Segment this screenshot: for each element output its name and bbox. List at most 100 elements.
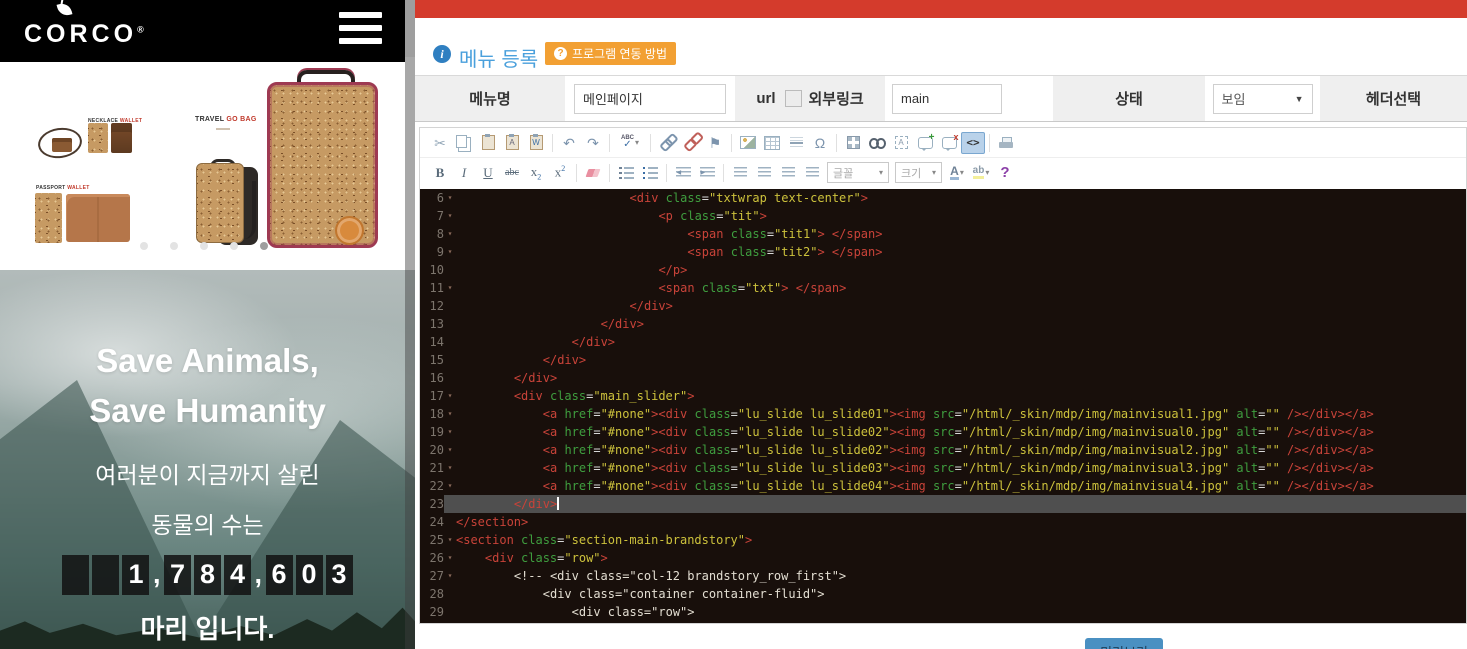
external-link-checkbox[interactable] — [785, 90, 802, 107]
align-center-icon[interactable] — [752, 162, 776, 184]
superscript-icon[interactable]: x2 — [548, 162, 572, 184]
preview-scrollbar[interactable] — [405, 0, 415, 649]
indent-icon[interactable] — [695, 162, 719, 184]
carousel-dot-2[interactable] — [170, 242, 178, 250]
maximize-icon[interactable] — [841, 132, 865, 154]
cut-icon[interactable]: ✂ — [428, 132, 452, 154]
admin-pane: i 메뉴 등록 ? 프로그램 연동 방법 메뉴명 url 외부링크 상태 보임▼… — [415, 0, 1467, 649]
bold-icon[interactable]: B — [428, 162, 452, 184]
menu-name-cell — [565, 76, 735, 121]
html-source-editor: ✂ ↶ ↷ ABC✓▾ ⚑ Ω A — [419, 127, 1467, 624]
hamburger-menu-icon[interactable] — [339, 12, 382, 46]
source-icon[interactable]: <> — [961, 132, 985, 154]
question-icon: ? — [554, 47, 567, 60]
subscript-icon[interactable]: x2 — [524, 162, 548, 184]
counter-digit: 6 — [266, 555, 293, 595]
leaf-logo-icon — [57, 2, 73, 18]
status-select[interactable]: 보임▼ — [1213, 84, 1313, 114]
select-all-icon[interactable]: A — [889, 132, 913, 154]
preview-button[interactable]: 미리보기 — [1085, 638, 1163, 649]
counter-digit: 4 — [224, 555, 251, 595]
italic-icon[interactable]: I — [452, 162, 476, 184]
small-backpack-image — [196, 163, 258, 247]
counter-digit: 0 — [296, 555, 323, 595]
undo-icon[interactable]: ↶ — [557, 132, 581, 154]
carousel-dot-1[interactable] — [140, 242, 148, 250]
menu-name-input[interactable] — [574, 84, 726, 114]
preview-scrollbar-thumb[interactable] — [405, 0, 415, 57]
editor-toolbar-row2: B I U abc x2 x2 글꼴▾ 크기▾ A▾ — [420, 158, 1466, 187]
paste-as-text-icon[interactable] — [500, 132, 524, 154]
font-select[interactable]: 글꼴▾ — [827, 162, 889, 183]
url-cell: url 외부링크 — [735, 76, 885, 121]
counter-digit: 3 — [326, 555, 353, 595]
site-header: CORCO® — [0, 0, 405, 62]
travel-go-bag-label: TRAVEL GO BAG — [195, 116, 257, 123]
hero-title: Save Animals, Save Humanity — [0, 336, 415, 436]
counter-comma: , — [255, 559, 263, 590]
find-replace-icon[interactable] — [865, 132, 889, 154]
unlink-icon[interactable] — [679, 132, 703, 154]
paste-icon[interactable] — [476, 132, 500, 154]
url-input[interactable] — [892, 84, 1002, 114]
counter-digit: 1 — [122, 555, 149, 595]
spell-check-icon[interactable]: ABC✓▾ — [614, 132, 646, 154]
help-icon[interactable]: ? — [993, 162, 1017, 184]
copy-icon[interactable] — [452, 132, 476, 154]
site-preview-pane: CORCO® NECKLACE WALLET PASSPORT WALLET T… — [0, 0, 415, 649]
passport-wallet-label: PASSPORT WALLET — [36, 185, 90, 191]
counter-digit: 7 — [164, 555, 191, 595]
align-left-icon[interactable] — [728, 162, 752, 184]
carousel-dot-3[interactable] — [200, 242, 208, 250]
menu-name-label-cell: 메뉴명 — [415, 76, 565, 121]
counter-comma: , — [153, 559, 161, 590]
travel-sub-caption — [216, 128, 230, 130]
underline-icon[interactable]: U — [476, 162, 500, 184]
ordered-list-icon[interactable] — [614, 162, 638, 184]
registered-mark: ® — [137, 25, 144, 35]
text-color-icon[interactable]: A▾ — [945, 162, 969, 184]
remove-format-icon[interactable] — [581, 162, 605, 184]
info-icon: i — [433, 45, 451, 63]
source-code-area[interactable]: 6▾<div class="txtwrap text-center">7▾<p … — [420, 189, 1466, 623]
brown-card-wallet-image — [111, 123, 132, 153]
page-title: 메뉴 등록 — [459, 43, 538, 72]
counter-label: 동물의 수는 — [0, 508, 415, 542]
print-icon[interactable] — [994, 132, 1018, 154]
brand-logo[interactable]: CORCO® — [24, 20, 144, 49]
counter-suffix: 마리 입니다. — [0, 609, 415, 646]
carousel-dot-5[interactable] — [260, 242, 268, 250]
necklace-pouch-image — [52, 138, 72, 152]
remove-tag-icon[interactable] — [937, 132, 961, 154]
horizontal-rule-icon[interactable] — [784, 132, 808, 154]
hero-subtitle: 여러분이 지금까지 살린 — [0, 458, 415, 492]
counter-digit: 8 — [194, 555, 221, 595]
counter-digit — [62, 555, 89, 595]
select-caret-icon: ▼ — [1295, 94, 1304, 104]
carousel-dot-4[interactable] — [230, 242, 238, 250]
strikethrough-icon[interactable]: abc — [500, 162, 524, 184]
open-passport-wallet-image — [66, 194, 130, 242]
image-icon[interactable] — [736, 132, 760, 154]
table-icon[interactable] — [760, 132, 784, 154]
outdent-icon[interactable] — [671, 162, 695, 184]
hero-section: Save Animals, Save Humanity 여러분이 지금까지 살린… — [0, 270, 415, 649]
redo-icon[interactable]: ↷ — [581, 132, 605, 154]
cork-passport-wallet-image — [35, 193, 62, 243]
header-select-label-cell: 헤더선택 — [1320, 76, 1467, 121]
background-color-icon[interactable]: ab▾ — [969, 162, 993, 184]
cork-card-wallet-image — [88, 123, 108, 153]
anchor-icon[interactable]: ⚑ — [703, 132, 727, 154]
program-link-help-button[interactable]: ? 프로그램 연동 방법 — [545, 42, 676, 65]
menu-form-row: 메뉴명 url 외부링크 상태 보임▼ 헤더선택 — [415, 75, 1467, 122]
special-character-icon[interactable]: Ω — [808, 132, 832, 154]
size-select[interactable]: 크기▾ — [895, 162, 942, 183]
add-tag-icon[interactable] — [913, 132, 937, 154]
status-label-cell: 상태 — [1053, 76, 1205, 121]
product-carousel: NECKLACE WALLET PASSPORT WALLET TRAVEL G… — [0, 62, 405, 270]
align-justify-icon[interactable] — [800, 162, 824, 184]
paste-from-word-icon[interactable] — [524, 132, 548, 154]
link-icon[interactable] — [655, 132, 679, 154]
align-right-icon[interactable] — [776, 162, 800, 184]
unordered-list-icon[interactable] — [638, 162, 662, 184]
